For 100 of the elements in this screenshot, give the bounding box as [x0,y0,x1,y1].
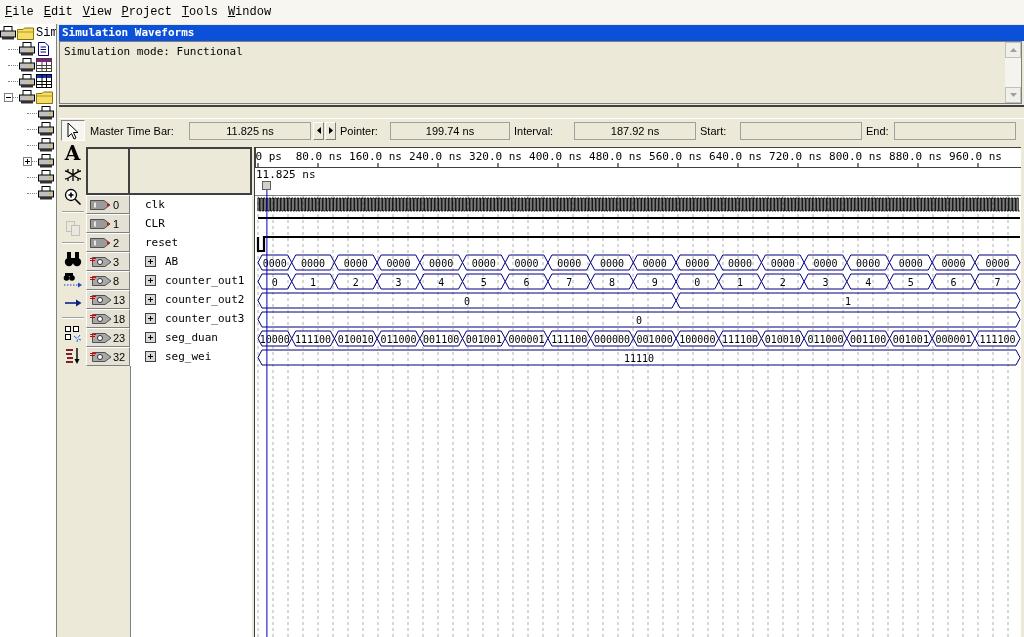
expand-button[interactable] [145,351,156,362]
cursor-time-label: 11.825 ns [256,168,316,181]
time-bar-label: Start: [699,124,728,137]
bus-value: 0 [257,273,293,290]
printer-icon [38,122,54,136]
time-label: 880.0 ns [889,150,942,163]
step-right-button[interactable] [325,121,336,140]
tree-toggle[interactable] [4,93,13,102]
down-arrow-icon [1009,93,1017,97]
bus-value: 000000 [590,330,634,347]
text-tool-button[interactable]: A [60,142,85,163]
node-number: 3 [113,255,120,268]
time-field[interactable]: 199.74 ns [390,121,510,140]
bus-value: 2 [760,273,805,290]
menu-item[interactable]: Edit [41,5,75,19]
tick-mark [977,162,979,168]
right-arrow-icon [328,127,333,134]
bus-value: 001100 [419,330,463,347]
printer-icon [19,58,35,72]
node-number: 23 [113,331,126,344]
node-cell[interactable]: 32 [86,347,130,366]
menu-item[interactable]: Window [225,5,274,19]
zoom-icon [63,187,82,206]
printer-icon [38,154,54,168]
node-cell[interactable]: 23 [86,328,130,347]
signal-name[interactable]: CLR [145,217,165,230]
expand-button[interactable] [145,313,156,324]
bus-value: 11110 [257,349,1021,366]
bus-value: 0000 [760,254,805,271]
folder-icon [36,90,53,104]
message-text: Simulation mode: Functional [63,44,244,60]
time-label: 320.0 ns [469,150,522,163]
expand-button[interactable] [145,332,156,343]
signal-name[interactable]: AB [165,255,179,268]
bus-value: 100000 [675,330,720,347]
left-arrow-icon [316,127,321,134]
bus-value: 5 [889,273,933,290]
menu-item[interactable]: File [3,5,36,19]
sort-icon [64,346,81,365]
menu-item[interactable]: Project [119,5,174,19]
bus-value: 0000 [291,254,335,271]
time-field[interactable] [894,121,1016,140]
node-cell[interactable]: 8 [86,271,130,290]
time-label: 960.0 ns [949,150,1002,163]
node-cell[interactable]: 1 [86,214,130,233]
tick-mark [917,162,919,168]
node-cell[interactable]: 13 [86,290,130,309]
tree-toggle[interactable] [23,157,32,166]
folder-icon [17,26,34,40]
tick-mark [257,162,259,168]
window-title: Simulation Waveforms [59,25,1024,41]
bus-value: 1 [675,292,1021,309]
time-field[interactable] [740,121,862,140]
time-field[interactable]: 187.92 ns [574,121,696,140]
tick-mark [497,162,499,168]
squares-icon [63,324,82,343]
node-number: 1 [113,217,120,230]
tick-mark [617,162,619,168]
table-icon [36,74,52,88]
bus-value: 2 [333,273,378,290]
pointer-button[interactable] [60,120,85,141]
bus-value: 3 [803,273,848,290]
expand-button[interactable] [145,275,156,286]
signal-name[interactable]: clk [145,198,165,211]
time-label: 0 ps [255,150,282,163]
time-bar-label: End: [865,124,890,137]
menu-item[interactable]: View [80,5,114,19]
bus-value: 0000 [974,254,1021,271]
time-label: 640.0 ns [709,150,762,163]
node-cell[interactable]: 0 [86,195,130,214]
node-cell[interactable]: 2 [86,233,130,252]
bus-value: 0000 [718,254,762,271]
bus-value: 6 [931,273,976,290]
time-label: 800.0 ns [829,150,882,163]
bus-value: 0000 [333,254,378,271]
bus-value: 5 [462,273,506,290]
bus-value: 8 [590,273,634,290]
time-label: 560.0 ns [649,150,702,163]
expand-button[interactable] [145,294,156,305]
node-cell[interactable]: 3 [86,252,130,271]
bus-value: 111100 [718,330,762,347]
signal-name[interactable]: reset [145,236,179,249]
binoculars-arrow-icon [62,272,83,289]
cursor-handle[interactable] [262,181,271,190]
node-cell[interactable]: 18 [86,309,130,328]
printer-icon [38,106,54,120]
bus-value: 111100 [974,330,1021,347]
time-cursor[interactable] [266,189,268,637]
waveform-panel[interactable] [254,147,1021,637]
bus-value: 6 [504,273,549,290]
splitter-bar[interactable] [59,105,1024,119]
step-left-button[interactable] [313,121,324,140]
expand-button[interactable] [145,256,156,267]
menu-item[interactable]: Tools [179,5,220,19]
time-field[interactable]: 11.825 ns [189,121,311,140]
copy-icon [64,219,81,236]
printer-icon [38,186,54,200]
tick-mark [377,162,379,168]
bus-value: 0000 [504,254,549,271]
time-label: 80.0 ns [295,150,342,163]
